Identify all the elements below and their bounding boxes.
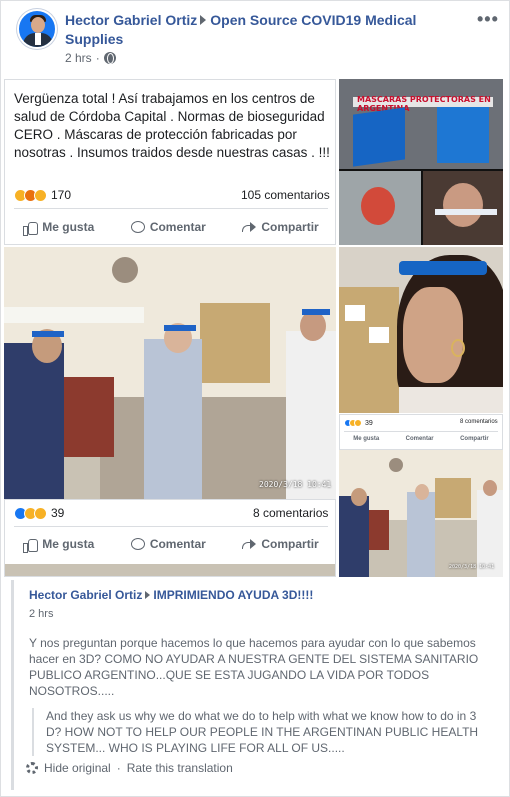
haha-reaction-icon [34,506,47,520]
hide-original-link[interactable]: Hide original [44,761,111,775]
arrow-right-icon [200,15,207,25]
photo-timestamp: 2020/3/18 10:41 [259,480,332,489]
mini-post-summary[interactable]: 39 8 comentarios Me gusta Comentar Compa… [339,414,503,450]
comment-icon [130,538,145,550]
rate-translation-link[interactable]: Rate this translation [127,761,233,775]
author-avatar[interactable] [17,9,57,49]
photo-comment-count: 8 comentarios [253,506,329,520]
photo-reaction-count: 39 [51,506,65,520]
translated-text: And they ask us why we do what we do to … [46,709,479,755]
reaction-count: 170 [51,188,72,202]
reaction-summary: 170 [14,188,71,202]
mini-like-label: Me gusta [353,436,380,442]
thumbs-up-icon [23,538,39,553]
original-target-link[interactable]: IMPRIMIENDO AYUDA 3D!!!! [153,588,313,602]
mini-reaction-summary: 39 [344,419,373,427]
post-actions: Me gusta Comentar Compartir [5,216,335,238]
thumbs-up-icon [23,221,39,236]
share-button: Compartir [242,220,319,234]
translation-block: And they ask us why we do what we do to … [32,708,492,756]
mini-share-label: Compartir [460,436,489,442]
original-post-title: Hector Gabriel Ortiz IMPRIMIENDO AYUDA 3D… [29,588,313,602]
author-name-link[interactable]: Hector Gabriel Ortiz [65,12,197,28]
comment-icon [130,221,145,233]
photo-share-button: Compartir [242,537,319,551]
share-icon [242,221,257,233]
post-header-title: Hector Gabriel Ortiz Open Source COVID19 … [65,11,465,49]
comment-count: 105 comentarios [241,188,330,202]
photo-reaction-summary: 39 [14,506,64,520]
comment-button: Comentar [130,220,206,234]
photo-health-workers[interactable]: 2020/3/18 10:41 [4,247,336,499]
mini-comment-label: Comentar [405,436,434,442]
translation-links: Hide original · Rate this translation [26,761,233,775]
like-button: Me gusta [23,220,94,236]
share-icon [242,538,257,550]
original-post-timestamp[interactable]: 2 hrs [29,608,53,620]
globe-icon [103,52,116,64]
photo-health-workers-small[interactable]: 2020/3/18 10:41 [339,450,503,577]
photo-woman-face-shield[interactable] [339,247,503,413]
photo-post-footer: 39 8 comentarios Me gusta Comentar Compa… [4,499,336,577]
mini-post-actions: Me gusta Comentar Compartir [340,433,502,445]
haha-reaction-icon [354,419,362,427]
photo-like-button: Me gusta [23,537,94,553]
photo-masks-collage[interactable]: MASCARAS PROTECTORAS EN ARGENTINA [339,79,503,245]
gear-icon[interactable] [26,762,38,774]
shared-original-post: Hector Gabriel Ortiz IMPRIMIENDO AYUDA 3D… [11,580,501,790]
arrow-right-icon [145,591,151,599]
photo-comment-button: Comentar [130,537,206,551]
shared-post-text: Vergüenza total ! Así trabajamos en los … [14,91,330,160]
post-card: Hector Gabriel Ortiz Open Source COVID19 … [0,0,510,797]
shared-post-screenshot[interactable]: Vergüenza total ! Así trabajamos en los … [4,79,336,245]
haha-reaction-icon [34,188,47,202]
post-meta: 2 hrs · [65,51,116,65]
more-options-icon[interactable]: ••• [477,9,499,30]
post-timestamp[interactable]: 2 hrs [65,51,92,65]
small-photo-timestamp: 2020/3/18 10:41 [449,564,495,570]
original-author-link[interactable]: Hector Gabriel Ortiz [29,588,142,602]
original-post-body: Y nos preguntan porque hacemos lo que ha… [29,636,479,698]
photo-post-actions: Me gusta Comentar Compartir [5,533,335,555]
